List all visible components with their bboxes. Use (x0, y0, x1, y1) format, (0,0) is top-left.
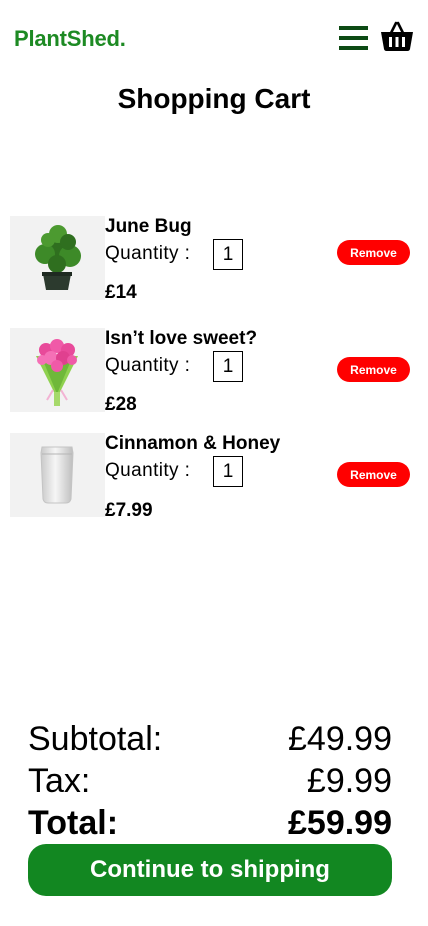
cart-item: June Bug Quantity : £14 Remove (10, 216, 420, 303)
hamburger-menu-icon[interactable] (339, 26, 368, 50)
item-price: £7.99 (105, 500, 153, 521)
remove-button[interactable]: Remove (337, 357, 410, 382)
quantity-input[interactable] (213, 351, 243, 382)
cart-item: Cinnamon & Honey Quantity : £7.99 Remove (10, 433, 420, 521)
product-image-pouch[interactable] (10, 433, 105, 517)
item-name: June Bug (105, 216, 192, 237)
item-name: Isn’t love sweet? (105, 328, 258, 349)
cart-item: Isn’t love sweet? Quantity : £28 Remove (10, 328, 420, 415)
tax-label: Tax: (28, 762, 91, 800)
tax-row: Tax: £9.99 (28, 762, 392, 801)
product-image-rose-bouquet[interactable] (10, 328, 105, 412)
page-title: Shopping Cart (117, 83, 311, 114)
tax-value: £9.99 (306, 762, 392, 800)
subtotal-value: £49.99 (288, 720, 392, 758)
quantity-label: Quantity : (105, 243, 191, 264)
item-price: £14 (105, 282, 137, 303)
basket-icon[interactable] (380, 20, 414, 52)
subtotal-label: Subtotal: (28, 720, 163, 758)
brand-logo[interactable]: PlantShed. (14, 26, 126, 52)
item-price: £28 (105, 394, 137, 415)
quantity-input[interactable] (213, 239, 243, 270)
item-name: Cinnamon & Honey (105, 433, 281, 454)
total-row: Total: £59.99 (28, 804, 392, 843)
product-image-bonsai[interactable] (10, 216, 105, 300)
subtotal-row: Subtotal: £49.99 (28, 720, 392, 759)
total-value: £59.99 (288, 804, 392, 842)
quantity-input[interactable] (213, 456, 243, 487)
remove-button[interactable]: Remove (337, 240, 410, 265)
quantity-label: Quantity : (105, 460, 191, 481)
quantity-label: Quantity : (105, 355, 191, 376)
continue-to-shipping-button[interactable]: Continue to shipping (28, 844, 392, 896)
total-label: Total: (28, 804, 119, 842)
remove-button[interactable]: Remove (337, 462, 410, 487)
